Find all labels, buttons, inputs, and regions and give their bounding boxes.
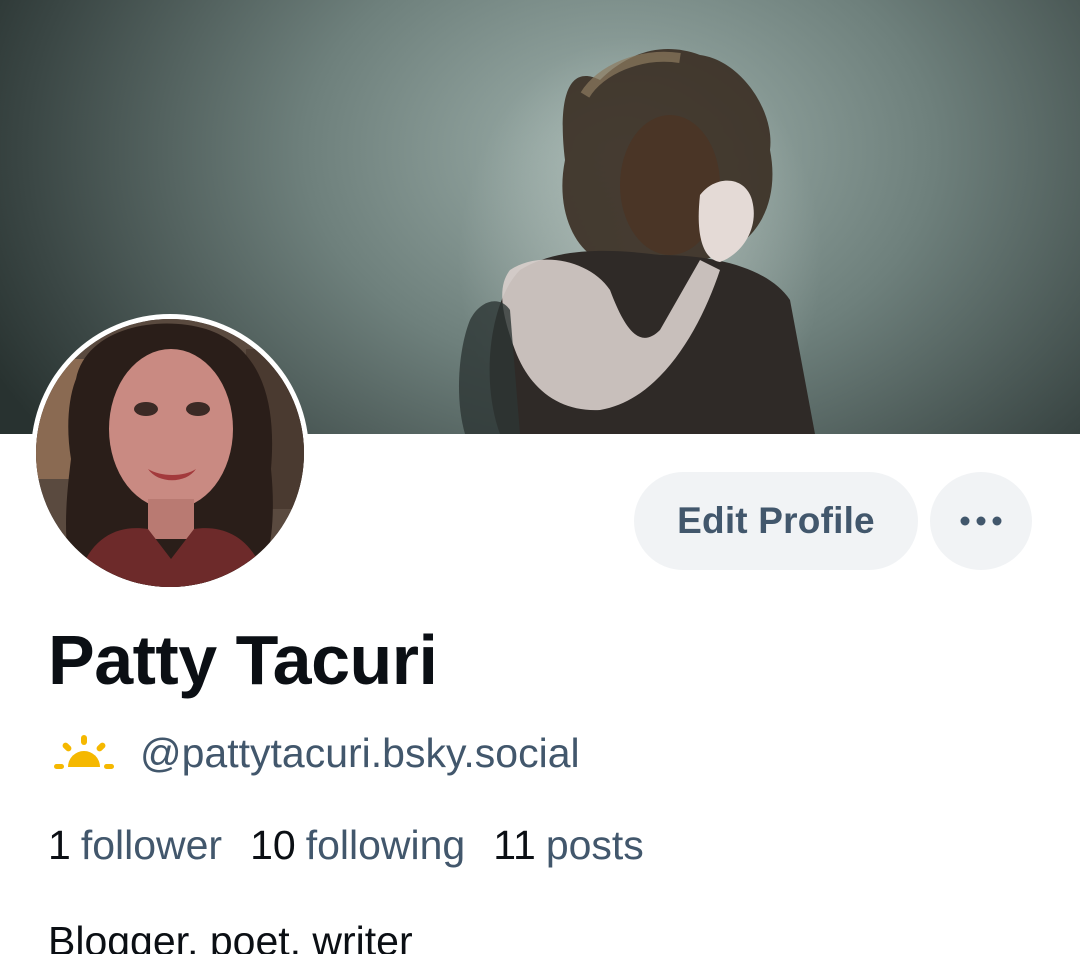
more-options-button[interactable]: [930, 472, 1032, 570]
followers-label: follower: [80, 822, 223, 868]
more-options-icon: [960, 516, 1002, 526]
profile-page: Edit Profile Patty Tacuri @pattytacuri.b…: [0, 0, 1080, 954]
avatar-image: [36, 319, 304, 587]
posts-label: posts: [545, 822, 644, 868]
handle-row: @pattytacuri.bsky.social: [52, 728, 580, 778]
posts-stat: 11 posts: [493, 822, 644, 869]
following-label: following: [305, 822, 466, 868]
edit-profile-label: Edit Profile: [677, 500, 875, 541]
following-count: 10: [250, 822, 296, 868]
handle-text: @pattytacuri.bsky.social: [140, 729, 580, 776]
avatar[interactable]: [31, 314, 309, 592]
profile-stats: 1 follower 10 following 11 posts: [48, 822, 672, 874]
display-name: Patty Tacuri: [48, 621, 438, 699]
edit-profile-button[interactable]: Edit Profile: [634, 472, 918, 570]
posts-count: 11: [493, 822, 536, 868]
sunrise-icon: [54, 735, 114, 769]
following-stat[interactable]: 10 following: [250, 822, 465, 869]
profile-bio: Blogger, poet, writer: [48, 918, 413, 954]
followers-count: 1: [48, 822, 71, 868]
followers-stat[interactable]: 1 follower: [48, 822, 222, 869]
